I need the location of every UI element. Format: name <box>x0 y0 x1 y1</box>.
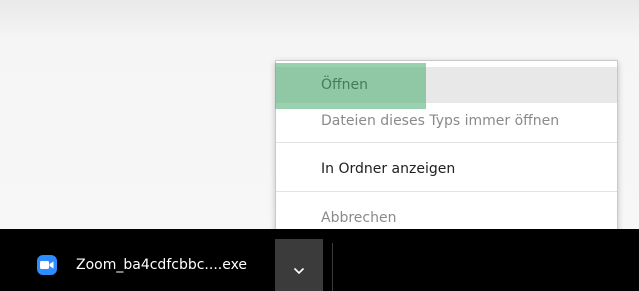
zoom-camera-icon <box>37 255 57 275</box>
download-file-name: Zoom_ba4cdfcbbc....exe <box>76 257 248 273</box>
menu-divider <box>276 142 617 143</box>
download-menu-button[interactable] <box>275 239 323 291</box>
menu-item-open[interactable]: Öffnen <box>276 67 617 103</box>
chevron-down-icon <box>293 267 305 275</box>
download-bar-separator <box>332 243 333 291</box>
menu-item-always-open-type[interactable]: Dateien dieses Typs immer öffnen <box>276 103 617 139</box>
download-bar: Zoom_ba4cdfcbbc....exe <box>0 229 639 291</box>
menu-divider <box>276 191 617 192</box>
download-context-menu: Öffnen Dateien dieses Typs immer öffnen … <box>275 60 618 238</box>
menu-item-show-in-folder[interactable]: In Ordner anzeigen <box>276 151 617 187</box>
